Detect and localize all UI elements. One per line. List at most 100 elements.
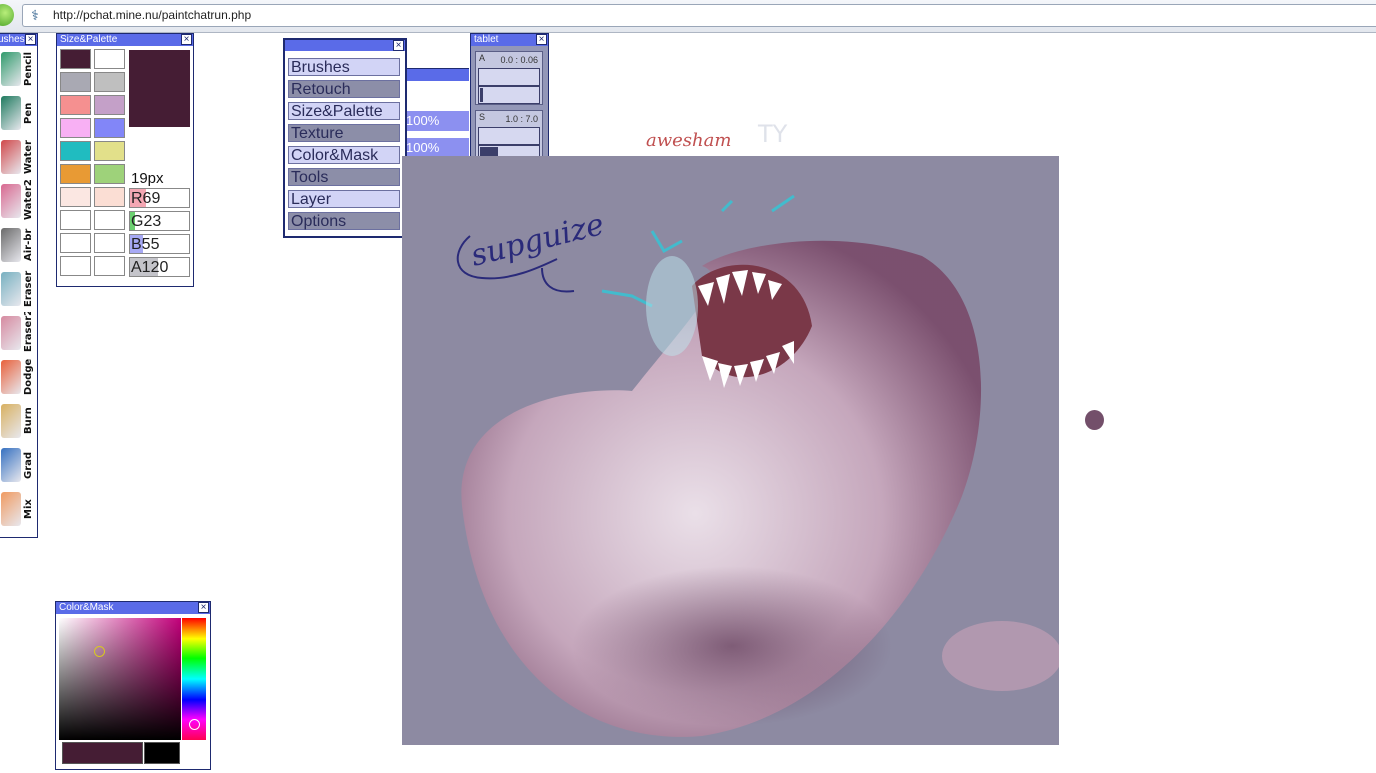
saturation-value-picker[interactable] — [59, 618, 181, 740]
browser-toolbar: ⚕ http://pchat.mine.nu/paintchatrun.php — [0, 0, 1376, 33]
alpha-slider[interactable]: A120 — [129, 257, 190, 277]
tool-water[interactable]: Water — [0, 136, 35, 178]
tool-label: Air-br — [23, 228, 34, 262]
browser-logo-icon[interactable] — [0, 4, 14, 26]
color-swatch[interactable] — [60, 210, 91, 230]
color-swatch[interactable] — [94, 256, 125, 276]
size-palette-title[interactable]: Size&Palette × — [57, 34, 193, 46]
menu-item-tools[interactable]: Tools — [288, 168, 400, 186]
menu-close-icon[interactable]: × — [393, 40, 404, 51]
tool-icon — [1, 492, 21, 526]
tablet-alpha-fill — [480, 88, 483, 102]
color-swatch[interactable] — [60, 95, 91, 115]
color-swatch[interactable] — [60, 141, 91, 161]
blue-value: B55 — [131, 236, 160, 253]
color-swatch[interactable] — [94, 210, 125, 230]
tool-burn[interactable]: Burn — [0, 400, 35, 442]
layer-window-title[interactable] — [403, 69, 469, 81]
color-mask-close-icon[interactable]: × — [198, 602, 209, 613]
tablet-alpha-slider-bottom[interactable] — [478, 86, 540, 104]
layer2-opacity[interactable]: 100% — [403, 138, 469, 158]
color-swatch[interactable] — [94, 187, 125, 207]
tool-icon — [1, 448, 21, 482]
layer-window: 100% 100% — [403, 68, 469, 163]
tool-dodge[interactable]: Dodge — [0, 356, 35, 398]
worm-shadow — [572, 566, 892, 726]
color-swatch[interactable] — [60, 187, 91, 207]
menu-item-texture[interactable]: Texture — [288, 124, 400, 142]
hue-cursor-icon[interactable] — [189, 719, 200, 730]
menu-item-size-palette[interactable]: Size&Palette — [288, 102, 400, 120]
color-swatch[interactable] — [60, 233, 91, 253]
menu-item-brushes[interactable]: Brushes — [288, 58, 400, 76]
color-swatch[interactable] — [60, 164, 91, 184]
size-palette-window: Size&Palette × 19px R69 G23 B55 A120 — [56, 33, 194, 287]
tool-label: Eraser — [23, 270, 34, 308]
color-swatch[interactable] — [94, 233, 125, 253]
brushes-title-text: Brushes — [0, 34, 25, 45]
red-value: R69 — [131, 190, 161, 207]
alpha-value: A120 — [131, 259, 169, 276]
color-swatch[interactable] — [94, 118, 125, 138]
layer1-opacity[interactable]: 100% — [403, 111, 469, 131]
color-swatch[interactable] — [60, 49, 91, 69]
tool-label: Water2 — [23, 180, 34, 220]
menu-item-layer[interactable]: Layer — [288, 190, 400, 208]
tablet-size-range: 1.0 : 7.0 — [505, 114, 538, 124]
tablet-alpha-slider-top[interactable] — [478, 68, 540, 86]
tool-mix[interactable]: Mix — [0, 488, 35, 530]
tool-icon — [1, 272, 21, 306]
mask-color-swatch[interactable] — [144, 742, 180, 764]
drawing-canvas[interactable]: supguize — [402, 156, 1059, 745]
tool-label: Eraser2 — [23, 312, 34, 352]
tool-pen[interactable]: Pen — [0, 92, 35, 134]
current-color-preview — [129, 50, 190, 127]
color-swatch[interactable] — [60, 256, 91, 276]
tablet-alpha-label[interactable]: A — [479, 53, 485, 63]
tablet-size-slider-top[interactable] — [478, 127, 540, 145]
menu-item-options[interactable]: Options — [288, 212, 400, 230]
hue-slider[interactable] — [182, 618, 206, 740]
tablet-alpha-range: 0.0 : 0.06 — [500, 55, 538, 65]
painting-artwork: supguize — [456, 194, 1059, 737]
sv-cursor-icon[interactable] — [94, 646, 105, 657]
tablet-window: tablet × A 0.0 : 0.06 S 1.0 : 7.0 — [470, 33, 549, 170]
ty-text: TY — [757, 120, 788, 148]
brush-size-value[interactable]: 19px — [131, 170, 164, 187]
tablet-size-label[interactable]: S — [479, 112, 485, 122]
address-bar[interactable]: ⚕ http://pchat.mine.nu/paintchatrun.php — [22, 4, 1376, 27]
color-mask-title[interactable]: Color&Mask × — [56, 602, 210, 614]
color-swatch[interactable] — [94, 49, 125, 69]
menu-item-color-mask[interactable]: Color&Mask — [288, 146, 400, 164]
color-swatch[interactable] — [94, 164, 125, 184]
tool-eraser2[interactable]: Eraser2 — [0, 312, 35, 354]
menu-title-bar[interactable]: × — [285, 40, 405, 51]
tool-air-br[interactable]: Air-br — [0, 224, 35, 266]
menu-item-retouch[interactable]: Retouch — [288, 80, 400, 98]
red-slider[interactable]: R69 — [129, 188, 190, 208]
tool-pencil[interactable]: Pencil — [0, 48, 35, 90]
tablet-title-text: tablet — [474, 34, 499, 45]
color-swatch[interactable] — [94, 72, 125, 92]
tablet-close-icon[interactable]: × — [536, 34, 547, 45]
tablet-title[interactable]: tablet × — [471, 34, 548, 46]
size-palette-close-icon[interactable]: × — [181, 34, 192, 45]
color-swatch[interactable] — [60, 72, 91, 92]
tool-grad[interactable]: Grad — [0, 444, 35, 486]
color-mask-current-color[interactable] — [62, 742, 143, 764]
tool-eraser[interactable]: Eraser — [0, 268, 35, 310]
color-swatch[interactable] — [94, 95, 125, 115]
tool-icon — [1, 316, 21, 350]
green-value: G23 — [131, 213, 162, 230]
color-swatch[interactable] — [94, 141, 125, 161]
url-text[interactable]: http://pchat.mine.nu/paintchatrun.php — [53, 8, 251, 22]
brushes-close-icon[interactable]: × — [25, 34, 36, 45]
tool-water2[interactable]: Water2 — [0, 180, 35, 222]
green-slider[interactable]: G23 — [129, 211, 190, 231]
tool-label: Grad — [23, 451, 34, 479]
speech-bubble-tail — [541, 267, 575, 293]
blue-slider[interactable]: B55 — [129, 234, 190, 254]
brushes-palette-title[interactable]: Brushes × — [0, 34, 37, 46]
color-swatch[interactable] — [60, 118, 91, 138]
tool-label: Pencil — [23, 52, 34, 87]
